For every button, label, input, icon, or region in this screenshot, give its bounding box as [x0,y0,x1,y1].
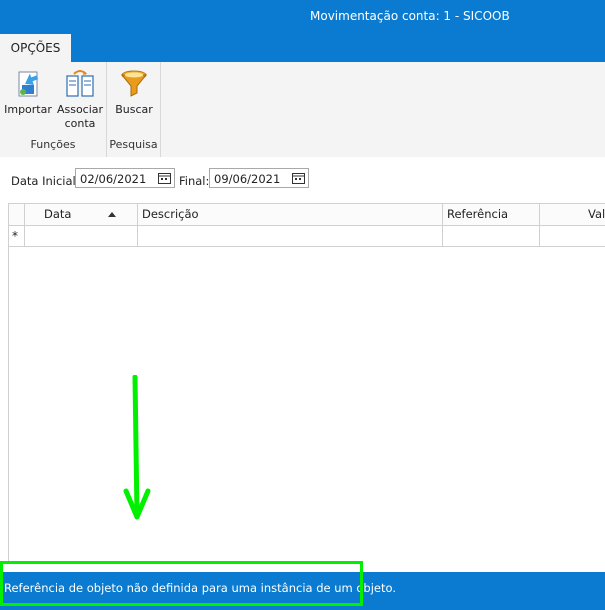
column-header-data-label: Data [44,207,72,221]
search-button[interactable]: Buscar [110,68,158,117]
ribbon-group-pesquisa: Buscar Pesquisa [107,62,161,157]
group-label-pesquisa: Pesquisa [109,138,158,151]
ribbon: Importar Associar conta Funções Buscar P… [0,62,605,158]
ribbon-group-funcoes: Importar Associar conta Funções [0,62,107,157]
associate-label-line2: conta [64,117,96,130]
grid-header: Data Descrição Referência Valo [9,204,605,226]
associate-label-line1: Associar [56,103,104,116]
final-date-input[interactable]: 09/06/2021 [209,168,309,188]
new-row-valor-cell[interactable] [540,226,605,246]
column-header-valor[interactable]: Valo [540,204,605,225]
search-label: Buscar [115,103,153,116]
calendar-icon[interactable] [292,172,305,184]
funnel-filter-icon [120,70,148,97]
date-filter-bar: Data Inicial: 02/06/2021 Final: 09/06/20… [0,157,605,203]
calendar-icon[interactable] [158,172,171,184]
row-indicator-header [9,204,25,225]
new-row[interactable]: * [9,226,605,247]
new-row-descricao-cell[interactable] [138,226,443,246]
column-header-referencia[interactable]: Referência [443,204,540,225]
movements-grid[interactable]: Data Descrição Referência Valo * [8,203,605,564]
annotation-arrow-down-icon [123,375,151,520]
tab-opcoes[interactable]: OPÇÕES [0,34,71,62]
column-header-data[interactable]: Data [25,204,138,225]
import-label: Importar [4,103,52,116]
final-date-label: Final: [179,174,210,188]
title-bar: Movimentação conta: 1 - SICOOB OPÇÕES [0,0,605,62]
new-row-referencia-cell[interactable] [443,226,540,246]
new-row-marker: * [9,226,25,246]
associate-account-icon [66,70,94,97]
import-icon [18,71,39,97]
final-date-value: 09/06/2021 [214,172,281,186]
initial-date-input[interactable]: 02/06/2021 [75,168,175,188]
sort-ascending-icon [108,212,116,217]
new-row-data-cell[interactable] [25,226,138,246]
annotation-highlight-box [0,561,363,606]
column-header-descricao[interactable]: Descrição [138,204,443,225]
initial-date-value: 02/06/2021 [80,172,147,186]
group-label-funcoes: Funções [30,138,76,151]
initial-date-label: Data Inicial: [11,174,80,188]
import-button[interactable]: Importar [4,68,52,117]
window-title: Movimentação conta: 1 - SICOOB [310,9,510,23]
associate-account-button[interactable]: Associar conta [56,68,104,131]
